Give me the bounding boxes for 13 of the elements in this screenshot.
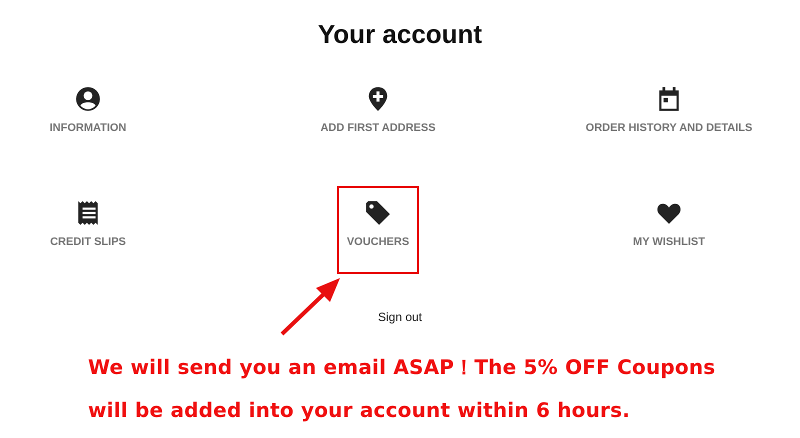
account-link[interactable]: ORDER HISTORY AND DETAILS [576, 84, 762, 160]
annotation-text: will be added into your account within 6 hours. [88, 398, 632, 422]
annotation-text: We will send you an email ASAP！The 5% OFF Coupons [88, 354, 716, 381]
tag-icon [365, 200, 391, 226]
account-link[interactable]: ADD FIRST ADDRESS [310, 84, 446, 160]
account-link[interactable]: VOUCHERS [336, 186, 420, 274]
account-link[interactable]: CREDIT SLIPS [40, 186, 136, 274]
user-icon [74, 86, 101, 112]
annotation-arrow [278, 276, 342, 338]
account-link[interactable]: INFORMATION [40, 84, 136, 160]
page-title: Your account [316, 18, 484, 51]
account-link[interactable]: MY WISHLIST [623, 186, 715, 274]
sign-out-link[interactable]: Sign out [378, 310, 422, 324]
